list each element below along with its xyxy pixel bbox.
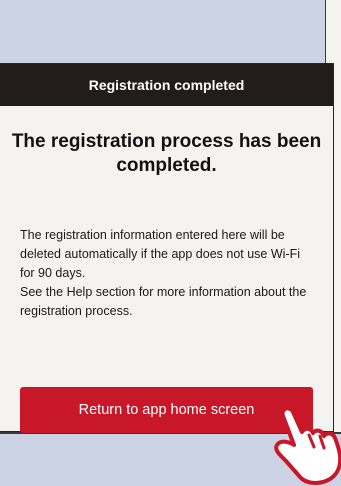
dialog-message: The registration information entered her… bbox=[20, 226, 317, 321]
hand-pointer-icon bbox=[274, 406, 341, 485]
dialog-title: The registration process has been comple… bbox=[11, 131, 322, 176]
dialog-message-paragraph-1: The registration information entered her… bbox=[20, 228, 301, 280]
return-to-home-button[interactable]: Return to app home screen bbox=[20, 387, 313, 433]
dialog-header: Registration completed bbox=[0, 64, 333, 106]
registration-completed-dialog: Registration completed The registration … bbox=[0, 63, 334, 433]
dialog-message-paragraph-2: See the Help section for more informatio… bbox=[20, 285, 307, 318]
